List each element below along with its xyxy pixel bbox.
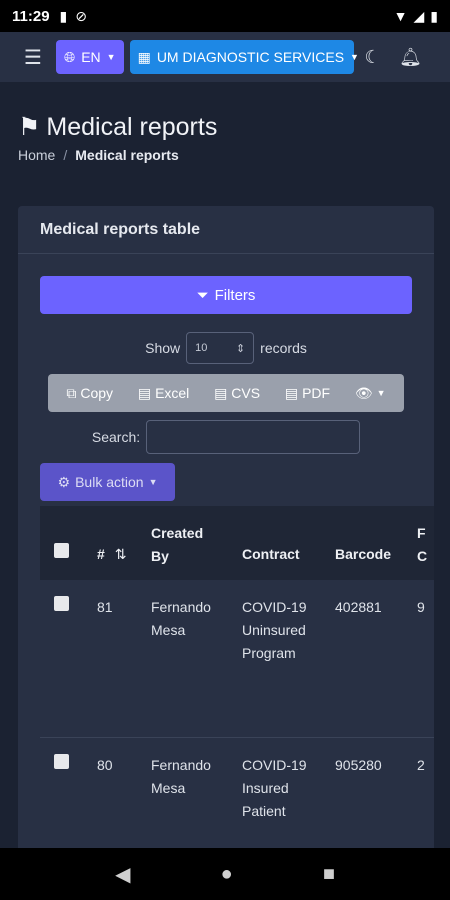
system-navigation-bar: ◀ ● ■ xyxy=(0,848,450,900)
pdf-file-icon: ▤ xyxy=(284,384,299,401)
cell-id: 81 xyxy=(97,599,113,615)
card-title: Medical reports table xyxy=(18,206,434,254)
select-arrows-icon: ⇕ xyxy=(235,342,246,355)
copy-label: Copy xyxy=(80,385,114,401)
breadcrumb-current: Medical reports xyxy=(75,147,179,163)
gear-icon: ⚙ xyxy=(57,473,71,490)
signal-icon: ◢ xyxy=(413,7,425,24)
reports-table: # ⇅ Created By Contract Barcode F C 81 F… xyxy=(40,506,434,848)
records-label: records xyxy=(260,340,307,356)
sort-desc-icon: ⇅ xyxy=(114,546,127,562)
menu-icon[interactable]: ☰ xyxy=(16,40,50,74)
bulk-action-label: Bulk action xyxy=(75,474,144,490)
copy-icon: ⧉ xyxy=(66,384,77,401)
status-time: 11:29 xyxy=(12,7,50,25)
notification-bell-icon[interactable]: 🔔︎ xyxy=(392,40,430,74)
medical-reports-card: Medical reports table ⏷ Filters Show 10 … xyxy=(18,206,434,848)
globe-icon: 🌐︎ xyxy=(64,48,76,65)
data-saver-icon: ⊘ xyxy=(75,7,87,24)
language-label: EN xyxy=(81,49,101,65)
cell-contract: COVID-19 Insured Patient xyxy=(242,757,307,819)
header-barcode[interactable]: Barcode xyxy=(335,546,391,562)
cell-next: 2 xyxy=(417,757,425,773)
page-title-text: Medical reports xyxy=(46,112,218,141)
filter-icon: ⏷ xyxy=(196,286,209,304)
status-bar: 11:29 ▮ ⊘ ▼ ◢ ▮ xyxy=(0,0,450,32)
wifi-icon: ▼ xyxy=(393,8,408,24)
page-length-value: 10 xyxy=(195,342,208,354)
column-visibility-button[interactable]: 👁︎ ▼ xyxy=(355,385,386,402)
page-length-control: Show 10 ⇕ records xyxy=(18,332,434,364)
cell-id: 80 xyxy=(97,757,113,773)
show-label: Show xyxy=(145,340,181,356)
header-created-by[interactable]: Created By xyxy=(151,522,203,568)
top-navbar: ☰ 🌐︎ EN ▼ ▦ UM DIAGNOSTIC SERVICES ▼ ☾ 🔔… xyxy=(0,32,450,82)
filters-button[interactable]: ⏷ Filters xyxy=(40,276,412,314)
search-label: Search: xyxy=(91,429,141,445)
copy-button[interactable]: ⧉ Copy xyxy=(66,385,113,402)
cell-next: 9 xyxy=(417,599,425,615)
branch-dropdown-button[interactable]: ▦ UM DIAGNOSTIC SERVICES ▼ xyxy=(129,40,359,74)
page-title: ⚑ Medical reports xyxy=(18,112,217,142)
breadcrumb: Home / Medical reports xyxy=(18,147,179,163)
home-icon[interactable]: ● xyxy=(221,863,233,886)
breadcrumb-home[interactable]: Home xyxy=(18,147,55,163)
header-id[interactable]: # ⇅ xyxy=(97,546,126,563)
search-control: Search: xyxy=(18,420,434,454)
excel-button[interactable]: ▤ Excel xyxy=(138,385,189,402)
table-header: # ⇅ Created By Contract Barcode F C xyxy=(40,506,434,580)
table-row[interactable]: 81 Fernando Mesa COVID-19 Uninsured Prog… xyxy=(40,580,434,738)
chevron-down-icon: ▼ xyxy=(376,388,386,398)
excel-label: Excel xyxy=(155,385,190,401)
main-content: ⚑ Medical reports Home / Medical reports… xyxy=(0,82,450,848)
language-dropdown-button[interactable]: 🌐︎ EN ▼ xyxy=(56,40,124,74)
export-toolbar: ⧉ Copy ▤ Excel ▤ CVS ▤ PDF 👁︎ ▼ xyxy=(48,374,404,412)
csv-label: CVS xyxy=(231,385,261,401)
map-icon: ▦ xyxy=(137,48,151,65)
page-length-select[interactable]: 10 ⇕ xyxy=(186,332,255,364)
row-checkbox[interactable] xyxy=(54,754,69,769)
back-icon[interactable]: ◀ xyxy=(115,862,130,887)
status-right-icons: ▼ ◢ ▮ xyxy=(394,8,438,25)
filters-label: Filters xyxy=(214,286,256,304)
search-input[interactable] xyxy=(146,420,361,454)
table-row[interactable]: 80 Fernando Mesa COVID-19 Insured Patien… xyxy=(40,738,434,848)
row-checkbox[interactable] xyxy=(54,596,69,611)
header-contract[interactable]: Contract xyxy=(242,546,300,562)
header-next-column[interactable]: F C xyxy=(417,522,427,568)
flag-icon: ⚑ xyxy=(18,113,41,141)
cell-barcode: 402881 xyxy=(335,599,382,615)
file-icon: ▤ xyxy=(214,384,228,401)
chevron-down-icon: ▼ xyxy=(148,477,158,487)
cell-created-by: Fernando Mesa xyxy=(151,599,211,638)
select-all-checkbox[interactable] xyxy=(54,543,69,558)
breadcrumb-separator: / xyxy=(63,147,68,163)
eye-icon: 👁︎ xyxy=(354,384,373,401)
cell-created-by: Fernando Mesa xyxy=(151,757,211,796)
cell-barcode: 905280 xyxy=(335,757,382,773)
battery-icon: ▮ xyxy=(430,7,438,24)
csv-button[interactable]: ▤ CVS xyxy=(214,385,260,402)
excel-file-icon: ▤ xyxy=(137,384,152,401)
branch-label: UM DIAGNOSTIC SERVICES xyxy=(156,49,345,65)
sim-card-icon: ▮ xyxy=(59,7,68,24)
dark-mode-moon-icon[interactable]: ☾ xyxy=(354,40,392,74)
chevron-down-icon: ▼ xyxy=(106,52,116,62)
pdf-label: PDF xyxy=(302,385,331,401)
cell-contract: COVID-19 Uninsured Program xyxy=(242,599,307,661)
pdf-button[interactable]: ▤ PDF xyxy=(285,385,330,402)
recents-icon[interactable]: ■ xyxy=(323,863,335,886)
bulk-action-button[interactable]: ⚙ Bulk action ▼ xyxy=(40,463,175,501)
